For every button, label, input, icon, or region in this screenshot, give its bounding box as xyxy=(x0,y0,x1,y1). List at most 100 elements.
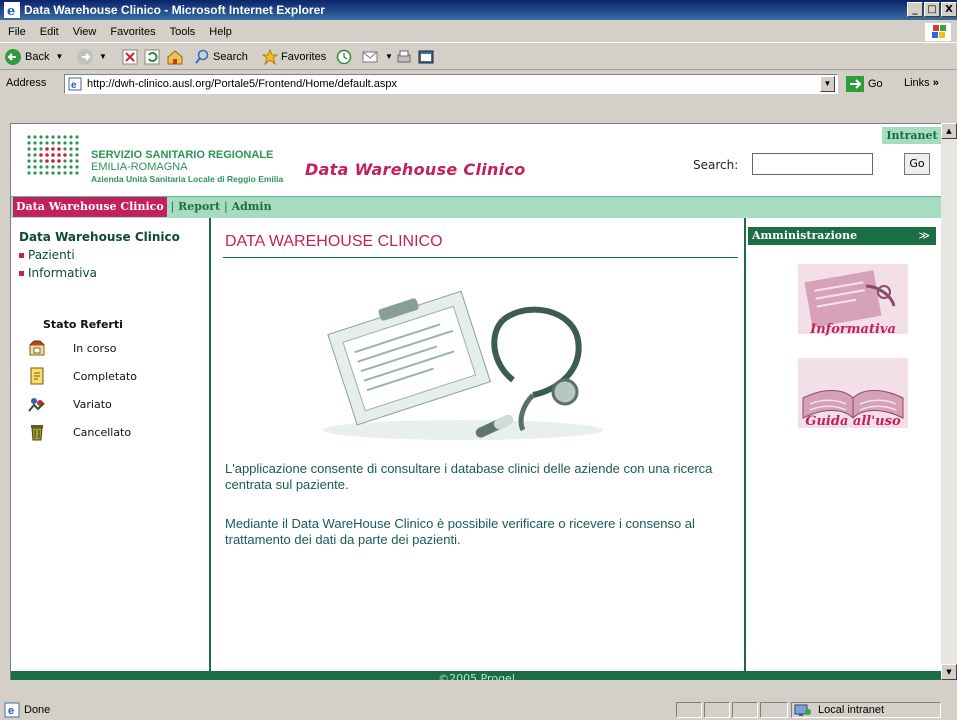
status-cell xyxy=(732,702,758,718)
nav-report[interactable]: Report xyxy=(178,200,220,213)
left-sidebar: Data Warehouse Clinico Pazienti Informat… xyxy=(11,218,211,671)
stato-completato: Completato xyxy=(27,366,137,386)
address-input[interactable]: e http://dwh-clinico.ausl.org/Portale5/F… xyxy=(64,74,838,94)
admin-panel-header[interactable]: Amministrazione ≫ xyxy=(748,227,936,245)
guida-link[interactable]: Guida all'uso xyxy=(798,414,908,429)
links-button[interactable]: Links » xyxy=(904,77,939,89)
back-button[interactable]: Back ▼ xyxy=(4,48,63,66)
title-bar: e Data Warehouse Clinico - Microsoft Int… xyxy=(0,0,957,20)
printer-icon xyxy=(397,50,411,63)
collapse-chevron-icon[interactable]: ≫ xyxy=(918,227,930,245)
top-nav: Data Warehouse Clinico | Report | Admin xyxy=(11,196,941,218)
history-button[interactable] xyxy=(336,48,355,66)
page-title: DATA WAREHOUSE CLINICO xyxy=(225,233,443,250)
windows-flag-icon xyxy=(925,23,951,41)
page-viewport: Intranet SERVIZIO SANITARIO REGIONALE EM… xyxy=(10,123,941,680)
history-icon xyxy=(336,49,352,65)
svg-text:e: e xyxy=(8,705,14,717)
window-title: Data Warehouse Clinico - Microsoft Inter… xyxy=(24,3,325,17)
page-footer: ©2005 Progel xyxy=(11,671,941,680)
address-bar: Address e http://dwh-clinico.ausl.org/Po… xyxy=(0,71,957,97)
vertical-scrollbar[interactable]: ▲ ▼ xyxy=(941,123,957,680)
search-go-button[interactable]: Go xyxy=(904,153,930,175)
home-icon xyxy=(167,50,183,65)
in-progress-icon xyxy=(29,340,45,356)
sidebar-item-informativa[interactable]: Informativa xyxy=(19,266,97,280)
svg-text:e: e xyxy=(71,80,77,91)
app-title: Data Warehouse Clinico xyxy=(305,160,526,179)
intranet-zone-icon xyxy=(794,704,811,716)
menu-tools[interactable]: Tools xyxy=(170,26,196,38)
nav-admin[interactable]: Admin xyxy=(232,200,272,213)
forward-button[interactable]: ▼ xyxy=(76,48,107,66)
site-header: Intranet SERVIZIO SANITARIO REGIONALE EM… xyxy=(11,124,941,195)
search-input[interactable] xyxy=(752,153,873,175)
edit-button[interactable] xyxy=(418,48,437,66)
edit-icon xyxy=(418,50,434,64)
status-cell xyxy=(760,702,788,718)
standard-toolbar: Back ▼ ▼ Search Favorites ▼ xyxy=(0,44,957,70)
go-arrow-icon xyxy=(846,76,864,92)
print-button[interactable] xyxy=(396,48,415,66)
deleted-icon xyxy=(31,425,43,441)
ie-icon: e xyxy=(4,2,20,18)
nav-dwh-clinico[interactable]: Data Warehouse Clinico xyxy=(13,197,167,217)
title-divider xyxy=(223,257,738,258)
informativa-link[interactable]: Informativa xyxy=(798,322,908,337)
go-button[interactable]: Go xyxy=(846,76,883,92)
status-bar: e Done Local intranet xyxy=(0,700,957,720)
menu-help[interactable]: Help xyxy=(209,26,232,38)
minimize-button[interactable]: _ xyxy=(907,2,923,17)
menu-bar: File Edit View Favorites Tools Help xyxy=(0,21,957,43)
mail-icon xyxy=(362,51,378,63)
main-content: DATA WAREHOUSE CLINICO L'applicazione co… xyxy=(213,218,744,671)
page-icon: e xyxy=(68,77,82,91)
stato-variato: Variato xyxy=(27,394,112,414)
bullet-icon xyxy=(19,271,24,276)
stop-button[interactable] xyxy=(122,48,141,66)
svg-text:e: e xyxy=(7,4,15,18)
maximize-button[interactable]: □ xyxy=(924,2,940,17)
back-arrow-icon xyxy=(5,49,21,65)
page-done-icon: e xyxy=(4,702,20,718)
menu-file[interactable]: File xyxy=(8,26,26,38)
address-dropdown-button[interactable]: ▼ xyxy=(820,76,835,92)
completed-icon xyxy=(30,367,44,385)
favorites-button[interactable]: Favorites xyxy=(262,48,326,66)
stato-cancellato: Cancellato xyxy=(27,422,131,442)
org-unit: Azienda Unità Sanitaria Locale di Reggio… xyxy=(91,174,284,184)
home-button[interactable] xyxy=(166,48,187,66)
intro-paragraph: L'applicazione consente di consultare i … xyxy=(225,461,713,492)
org-name: SERVIZIO SANITARIO REGIONALE xyxy=(91,149,274,161)
status-cell xyxy=(704,702,730,718)
bullet-icon xyxy=(19,253,24,258)
mail-button[interactable]: ▼ xyxy=(362,48,393,66)
search-button[interactable]: Search xyxy=(194,48,248,66)
close-button[interactable]: X xyxy=(941,2,957,17)
stato-in-corso: In corso xyxy=(27,338,116,358)
stato-referti-title: Stato Referti xyxy=(43,318,123,331)
stethoscope-clipboard-image xyxy=(323,290,603,440)
forward-arrow-icon xyxy=(77,49,93,65)
search-label: Search: xyxy=(693,158,739,172)
refresh-button[interactable] xyxy=(144,48,163,66)
refresh-icon xyxy=(144,49,160,65)
menu-view[interactable]: View xyxy=(73,26,97,38)
scroll-down-button[interactable]: ▼ xyxy=(941,664,957,680)
status-cell xyxy=(676,702,702,718)
sidebar-item-pazienti[interactable]: Pazienti xyxy=(19,248,75,262)
consent-paragraph: Mediante il Data WareHouse Clinico è pos… xyxy=(225,516,695,547)
search-icon xyxy=(195,49,209,64)
changed-icon xyxy=(28,398,45,412)
intranet-tab[interactable]: Intranet xyxy=(882,127,941,144)
regione-logo-icon xyxy=(27,135,79,175)
status-text: e Done xyxy=(4,700,50,720)
security-zone[interactable]: Local intranet xyxy=(791,702,941,718)
menu-edit[interactable]: Edit xyxy=(40,26,59,38)
menu-favorites[interactable]: Favorites xyxy=(110,26,155,38)
sidebar-title: Data Warehouse Clinico xyxy=(19,230,180,244)
address-label: Address xyxy=(6,77,47,89)
org-region: EMILIA-ROMAGNA xyxy=(91,161,188,173)
star-icon xyxy=(262,49,278,65)
scroll-up-button[interactable]: ▲ xyxy=(941,123,957,139)
